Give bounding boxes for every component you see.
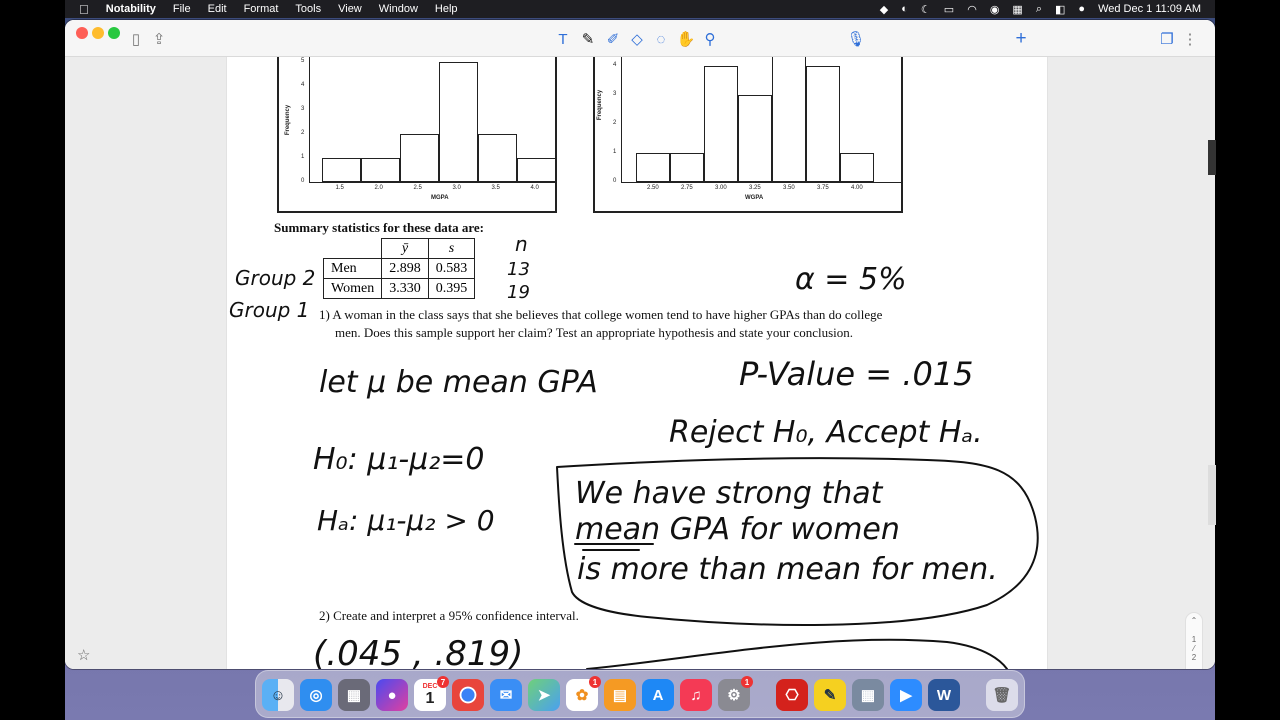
menu-bar:  Notability File Edit Format Tools View… — [65, 0, 1215, 18]
wifi-icon[interactable]: ◠ — [967, 3, 977, 16]
close-button[interactable] — [76, 27, 88, 39]
finder-icon[interactable]: ☺ — [262, 679, 294, 711]
settings-badge: 1 — [741, 676, 753, 688]
background-window-edge — [1208, 140, 1216, 175]
pen-tool-icon[interactable]: ✎ — [578, 29, 598, 49]
ink-box-line-3: is more than mean for men. — [577, 552, 998, 587]
launchpad-icon[interactable]: ▦ — [338, 679, 370, 711]
handwriting-layer[interactable]: Group 2 Group 1 n 13 19 α = 5% let μ be … — [227, 57, 1048, 669]
ink-p-value: P-Value = .015 — [739, 355, 974, 393]
toolbar: ▯ ⇪ T ✎ ✐ ◇ ◌ ✋ ⚲ 🎙 + ❐ ⋮ — [65, 20, 1215, 57]
zoom-icon[interactable]: ▶ — [890, 679, 922, 711]
lasso-tool-icon[interactable]: ◌ — [651, 29, 671, 49]
status-area: ◆ ◐ ☾ ▭ ◠ ◉ ▦ ⌕ ◧ ● Wed Dec 1 11:09 AM — [880, 0, 1201, 18]
link-tool-icon[interactable]: ⚲ — [700, 29, 720, 49]
word-icon[interactable]: W — [928, 679, 960, 711]
ink-confidence-interval: (.045 , .819) — [313, 634, 523, 669]
text-tool-icon[interactable]: T — [553, 29, 573, 49]
ink-group-1: Group 1 — [229, 298, 309, 322]
trash-icon[interactable]: 🗑 — [986, 679, 1018, 711]
notability-icon[interactable]: ✎ — [814, 679, 846, 711]
maps-icon[interactable]: ➤ — [528, 679, 560, 711]
pages-icon[interactable]: ❐ — [1157, 29, 1177, 49]
share-icon[interactable]: ⇪ — [149, 29, 169, 49]
books-icon[interactable]: ▤ — [604, 679, 636, 711]
mail-icon[interactable]: ✉ — [490, 679, 522, 711]
moon-icon[interactable]: ☾ — [921, 3, 931, 16]
music-icon[interactable]: ♫ — [680, 679, 712, 711]
sidebar-icon[interactable]: ▯ — [126, 29, 146, 49]
calculator-icon[interactable]: ▦ — [852, 679, 884, 711]
ink-n-label: n — [515, 232, 528, 256]
document-page[interactable]: 5 4 3 2 1 0 1.5 2.0 2.5 3.0 3.5 4.0 Frequency MGPA … — [226, 57, 1048, 669]
siri-icon[interactable]: ● — [376, 679, 408, 711]
add-page-icon[interactable]: + — [1011, 28, 1031, 49]
menu-window[interactable]: Window — [379, 3, 418, 15]
ink-second-box — [586, 638, 1008, 669]
chevron-down-icon[interactable]: ⌄ — [1186, 666, 1202, 669]
ink-box-line-2: mean GPA for women — [575, 512, 900, 547]
chevron-up-icon[interactable]: ⌃ — [1186, 616, 1202, 625]
safari-icon[interactable]: ◎ — [300, 679, 332, 711]
ink-n-women: 19 — [507, 282, 530, 303]
calendar-day: 1 — [425, 689, 435, 707]
more-icon[interactable]: ⋮ — [1180, 29, 1200, 49]
dock: ☺ ◎ ▦ ● DEC 1 7 ✉ ➤ ✿ 1 ▤ A ♫ ⚙ 1 ⎔ ✎ ▦ ▶ … — [255, 670, 1025, 718]
clock[interactable]: Wed Dec 1 11:09 AM — [1098, 3, 1201, 15]
apple-menu-icon[interactable]:  — [79, 2, 89, 17]
favorite-star-icon[interactable]: ☆ — [77, 646, 90, 664]
microphone-icon[interactable]: 🎙 — [846, 29, 866, 49]
photos-badge: 1 — [589, 676, 601, 688]
calendar-badge: 7 — [437, 676, 449, 688]
ink-h0: H₀: μ₁-μ₂=0 — [313, 442, 485, 477]
hand-tool-icon[interactable]: ✋ — [676, 29, 696, 49]
zoom-button[interactable] — [108, 27, 120, 39]
calendar-icon[interactable]: DEC 1 7 — [414, 676, 449, 711]
screen-edge — [1215, 0, 1280, 720]
highlighter-tool-icon[interactable]: ✐ — [603, 29, 623, 49]
search-icon[interactable]: ⌕ — [1036, 3, 1042, 16]
menu-file[interactable]: File — [173, 3, 191, 15]
system-preferences-icon[interactable]: ⚙ 1 — [718, 676, 753, 711]
calendar-month: DEC — [422, 682, 438, 690]
document-canvas[interactable]: 5 4 3 2 1 0 1.5 2.0 2.5 3.0 3.5 4.0 Frequency MGPA … — [65, 57, 1215, 669]
page-current: 1 — [1191, 635, 1197, 644]
malwarebytes-icon[interactable]: ◆ — [880, 3, 888, 16]
page-total: 2 — [1191, 653, 1197, 662]
app-store-icon[interactable]: A — [642, 679, 674, 711]
keyboard-icon[interactable]: ▦ — [1012, 3, 1022, 16]
menu-help[interactable]: Help — [435, 3, 458, 15]
notability-window: ▯ ⇪ T ✎ ✐ ◇ ◌ ✋ ⚲ 🎙 + ❐ ⋮ 5 4 3 2 1 0 1.5 2.0 2.… — [65, 20, 1215, 669]
ink-reject: Reject H₀, Accept Hₐ. — [669, 415, 983, 450]
chrome-icon[interactable] — [452, 679, 484, 711]
ink-n-men: 13 — [507, 259, 530, 280]
page-navigator[interactable]: ⌃ 1 ⁄ 2 ⌄ — [1185, 612, 1203, 669]
photos-icon[interactable]: ✿ 1 — [566, 676, 601, 711]
ink-alpha: α = 5% — [795, 262, 907, 297]
menu-view[interactable]: View — [338, 3, 362, 15]
menu-tools[interactable]: Tools — [295, 3, 321, 15]
user-icon[interactable]: ◉ — [990, 3, 1000, 16]
background-window-edge — [1208, 465, 1216, 525]
ink-ha: Hₐ: μ₁-μ₂ > 0 — [317, 504, 495, 537]
minimize-button[interactable] — [92, 27, 104, 39]
screen:  Notability File Edit Format Tools View… — [0, 0, 1280, 720]
menu-format[interactable]: Format — [244, 3, 279, 15]
battery-icon[interactable]: ▭ — [944, 3, 954, 16]
app-menu[interactable]: Notability — [106, 3, 156, 15]
ink-let-mu: let μ be mean GPA — [319, 365, 598, 400]
siri-icon[interactable]: ● — [1078, 3, 1085, 15]
control-center-icon[interactable]: ◧ — [1055, 3, 1065, 16]
menu-edit[interactable]: Edit — [208, 3, 227, 15]
page-separator: ⁄ — [1193, 644, 1195, 653]
ink-group-2: Group 2 — [235, 266, 315, 290]
acrobat-icon[interactable]: ⎔ — [776, 679, 808, 711]
focus-icon[interactable]: ◐ — [901, 3, 908, 15]
eraser-tool-icon[interactable]: ◇ — [627, 29, 647, 49]
ink-box-line-1: We have strong that — [575, 476, 884, 511]
